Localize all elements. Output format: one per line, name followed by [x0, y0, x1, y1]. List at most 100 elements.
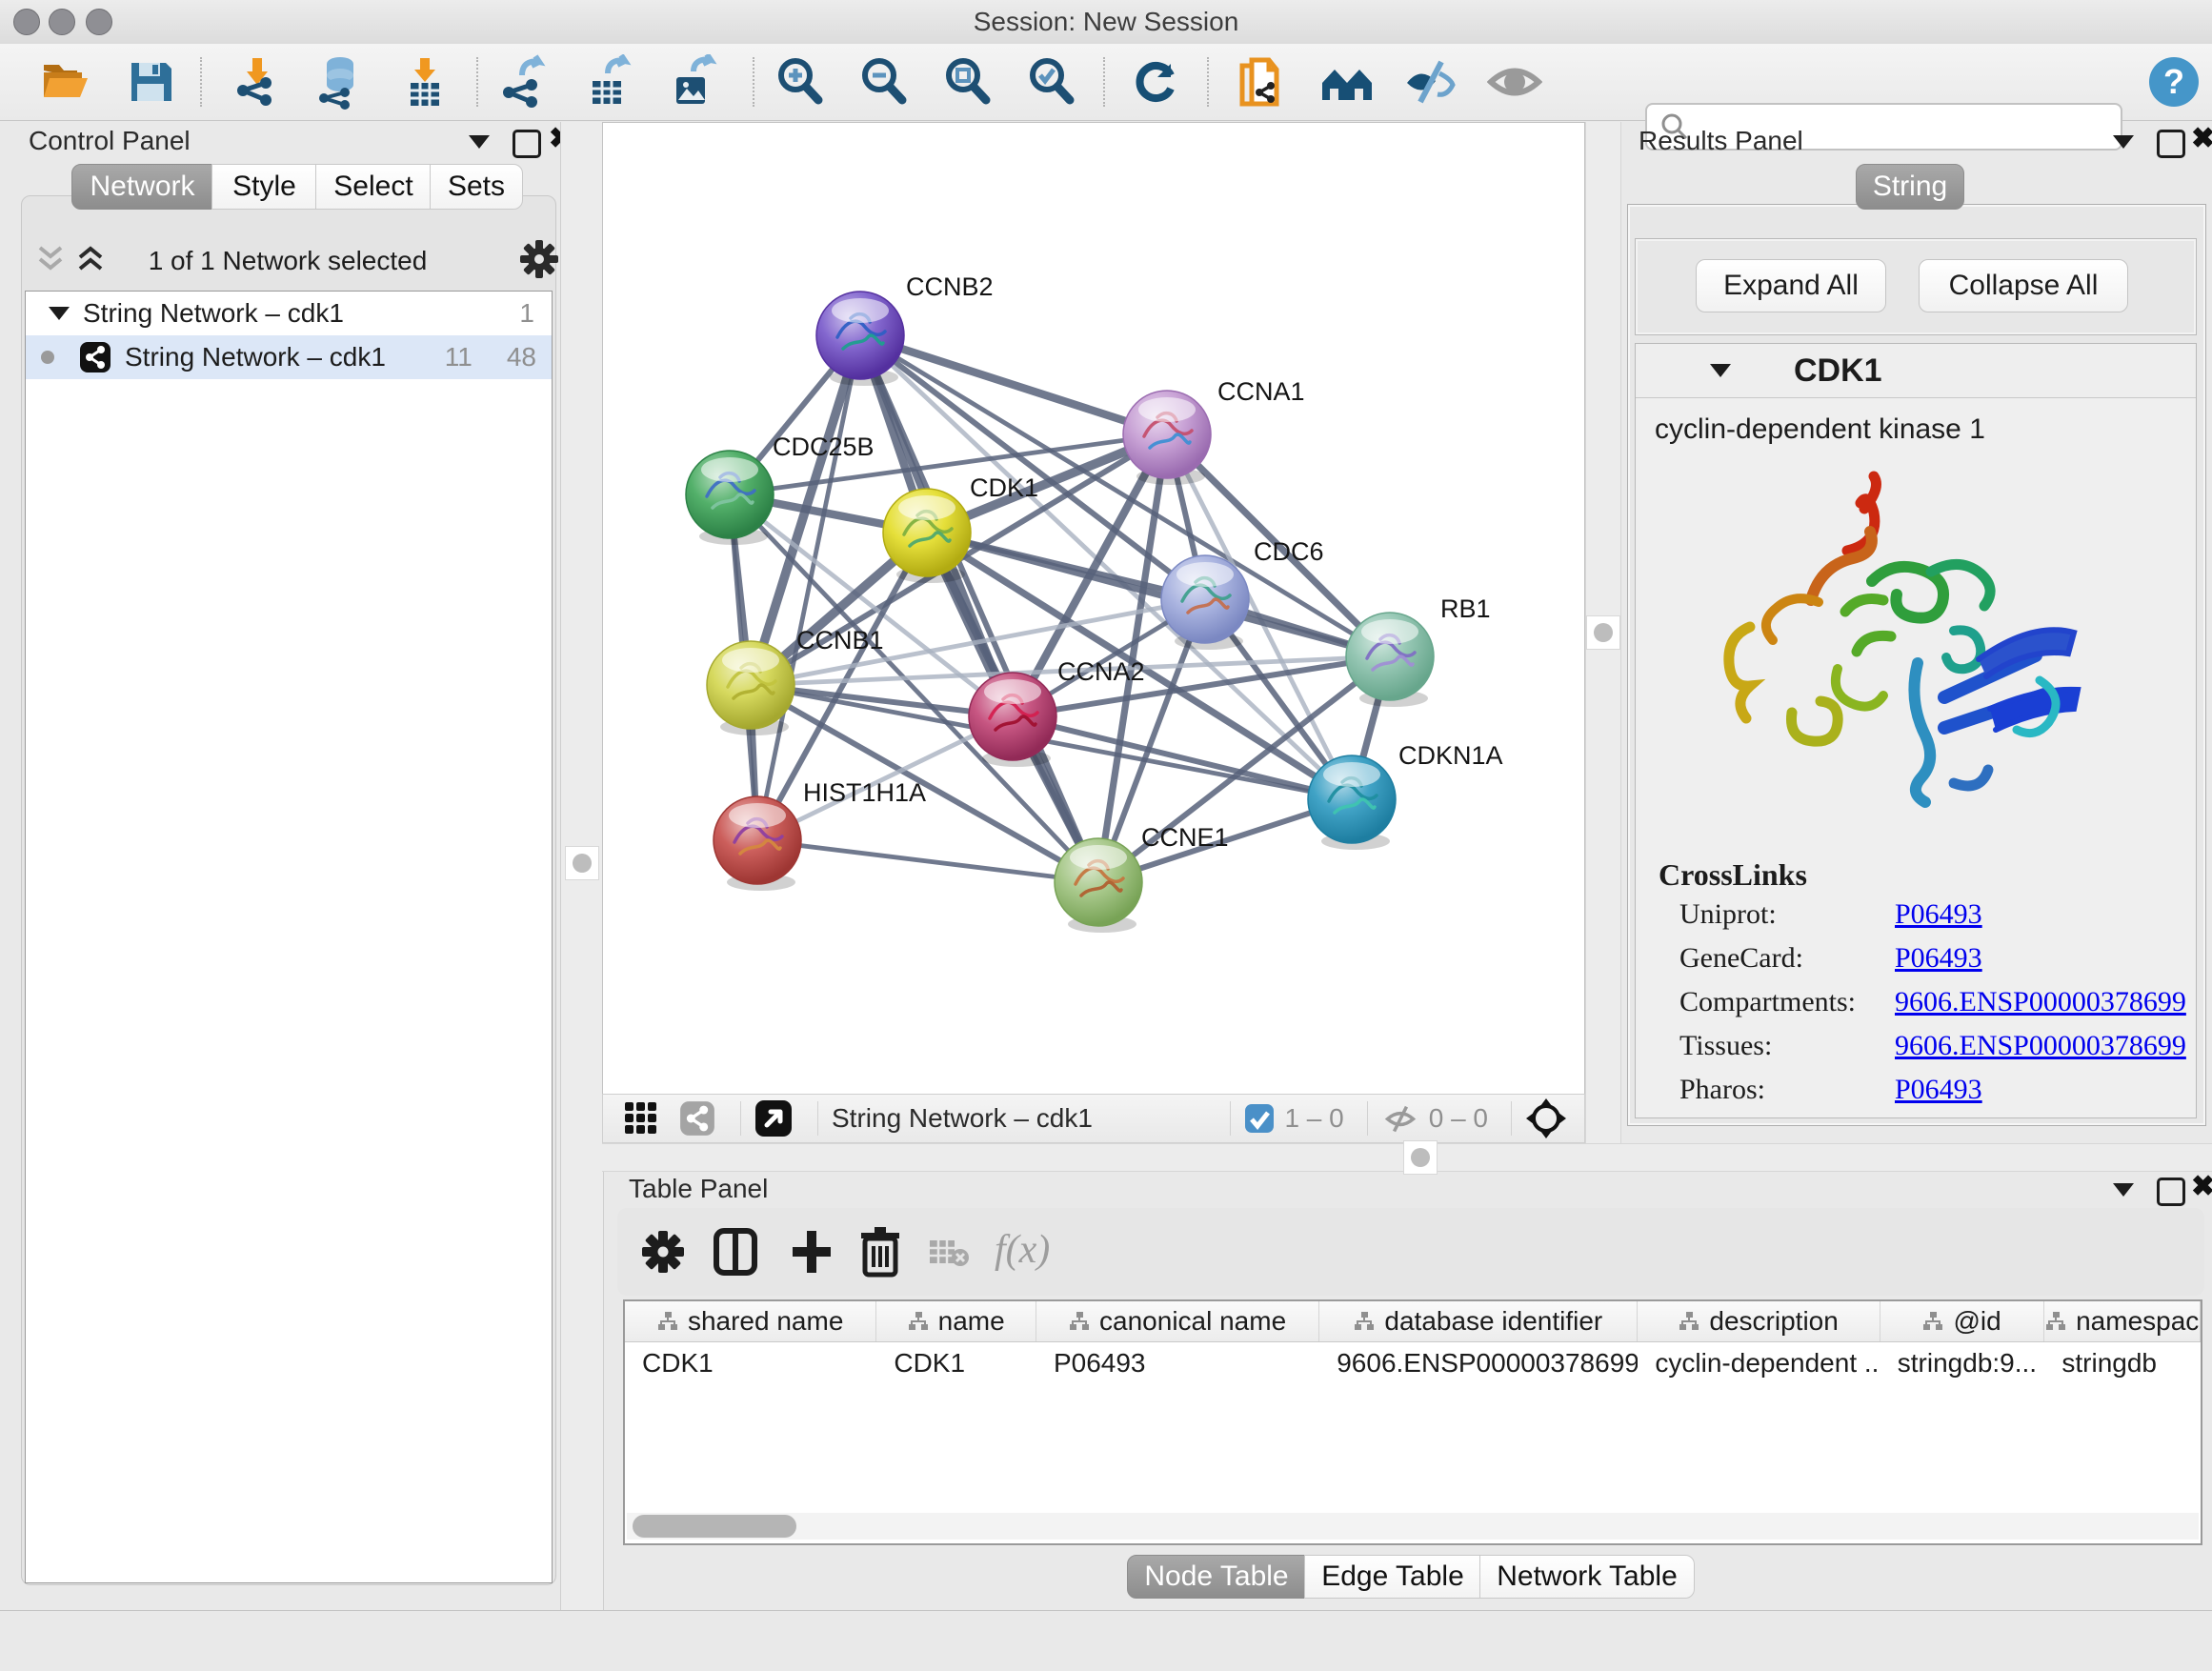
gene-card-collapse-icon[interactable] — [1710, 364, 1731, 377]
table-panel-collapse-icon[interactable] — [2113, 1183, 2134, 1201]
network-node-CDK1[interactable] — [883, 489, 971, 583]
collapse-all-button[interactable]: Collapse All — [1919, 259, 2128, 312]
show-columns-button[interactable] — [713, 1227, 758, 1277]
export-image-button[interactable] — [664, 53, 721, 111]
hidden-eye-slash-icon — [1381, 1102, 1419, 1135]
save-session-button[interactable] — [122, 53, 179, 111]
node-table[interactable]: shared namenamecanonical namedatabase id… — [623, 1299, 2202, 1545]
table-hscrollbar[interactable] — [627, 1513, 2199, 1540]
network-edge[interactable] — [757, 840, 1098, 882]
compartments-link[interactable]: 9606.ENSP00000378699 — [1895, 986, 2186, 1030]
delete-column-button[interactable] — [857, 1225, 903, 1278]
crosslinks-heading: CrossLinks — [1636, 840, 2196, 898]
open-session-button[interactable] — [36, 53, 93, 111]
column-header-1[interactable]: name — [876, 1301, 1036, 1341]
table-hscrollbar-thumb[interactable] — [633, 1515, 796, 1538]
zoom-out-button[interactable] — [855, 53, 913, 111]
export-table-icon — [581, 54, 636, 110]
table-panel-close-icon[interactable]: ✖ — [2191, 1170, 2212, 1203]
tissues-link[interactable]: 9606.ENSP00000378699 — [1895, 1030, 2186, 1074]
bottom-splitter[interactable] — [602, 1143, 2212, 1172]
network-node-CCNE1[interactable] — [1055, 838, 1142, 933]
create-column-button[interactable] — [789, 1227, 835, 1277]
right-splitter[interactable] — [1585, 122, 1621, 1143]
table-toolbar: f(x) — [617, 1208, 2204, 1296]
control-panel-float-icon[interactable] — [513, 130, 541, 163]
diagonal-arrow-icon — [754, 1099, 793, 1137]
network-edge[interactable] — [757, 335, 860, 840]
network-node-CDC6[interactable] — [1161, 555, 1249, 650]
export-network-button[interactable] — [496, 53, 553, 111]
zoom-selected-button[interactable] — [1023, 53, 1080, 111]
tab-select[interactable]: Select — [315, 164, 432, 210]
left-splitter[interactable] — [560, 122, 604, 1610]
uniprot-link[interactable]: P06493 — [1895, 898, 1982, 942]
import-table-file-button[interactable] — [396, 53, 453, 111]
table-cell[interactable]: stringdb:9... — [1880, 1342, 2045, 1384]
birds-eye-view-button[interactable] — [1525, 1097, 1567, 1139]
tab-node-table[interactable]: Node Table — [1127, 1555, 1306, 1599]
column-header-3[interactable]: database identifier — [1319, 1301, 1638, 1341]
tab-style[interactable]: Style — [211, 164, 317, 210]
eye-slash-icon — [1403, 54, 1458, 110]
network-panel-options-button[interactable] — [518, 238, 560, 280]
network-node-HIST1H1A[interactable] — [714, 796, 801, 891]
results-panel-float-icon[interactable] — [2157, 130, 2185, 163]
network-tree-child-row[interactable]: String Network – cdk1 11 48 — [26, 335, 552, 379]
bottom-splitter-handle[interactable] — [1403, 1140, 1438, 1175]
export-table-button[interactable] — [580, 53, 637, 111]
zoom-fit-button[interactable] — [939, 53, 996, 111]
node-label: HIST1H1A — [803, 778, 926, 807]
tab-edge-table[interactable]: Edge Table — [1304, 1555, 1481, 1599]
network-canvas[interactable]: CCNB2CCNA1CDC25BCDK1CDC6RB1CCNB1CCNA2CDK… — [602, 122, 1585, 1143]
table-cell[interactable]: cyclin-dependent ... — [1638, 1342, 1880, 1384]
table-cell[interactable]: CDK1 — [625, 1342, 876, 1384]
left-splitter-handle[interactable] — [565, 846, 599, 880]
table-options-button[interactable] — [640, 1229, 686, 1275]
network-node-CDKN1A[interactable] — [1308, 755, 1396, 850]
tree-expand-icon[interactable] — [49, 307, 70, 320]
column-header-6[interactable]: namespac — [2044, 1301, 2201, 1341]
column-header-5[interactable]: @id — [1880, 1301, 2045, 1341]
help-button[interactable]: ? — [2145, 53, 2202, 111]
pharos-link[interactable]: P06493 — [1895, 1074, 1982, 1117]
right-splitter-handle[interactable] — [1586, 615, 1620, 650]
tab-network[interactable]: Network — [71, 164, 213, 210]
network-edge[interactable] — [860, 335, 1167, 434]
table-row[interactable]: CDK1CDK1P064939606.ENSP00000378699cyclin… — [625, 1342, 2201, 1384]
gene-result-card: CDK1 cyclin-dependent kinase 1 CrossLink… — [1635, 343, 2197, 1118]
control-panel-collapse-icon[interactable] — [469, 135, 490, 153]
column-header-2[interactable]: canonical name — [1036, 1301, 1319, 1341]
detach-view-button[interactable] — [754, 1099, 793, 1137]
tab-string-results[interactable]: String — [1856, 164, 1964, 210]
fx-icon: f(x) — [995, 1228, 1050, 1272]
show-all-button[interactable] — [1486, 53, 1543, 111]
first-neighbors-button[interactable] — [1318, 53, 1376, 111]
network-node-CDC25B[interactable] — [686, 451, 774, 545]
import-network-file-button[interactable] — [229, 53, 286, 111]
tab-network-table[interactable]: Network Table — [1479, 1555, 1695, 1599]
clone-network-button[interactable] — [1234, 53, 1291, 111]
column-header-0[interactable]: shared name — [625, 1301, 876, 1341]
genecard-link[interactable]: P06493 — [1895, 942, 1982, 986]
refresh-button[interactable] — [1128, 53, 1185, 111]
network-node-RB1[interactable] — [1346, 613, 1434, 707]
column-header-4[interactable]: description — [1638, 1301, 1880, 1341]
table-cell[interactable]: 9606.ENSP00000378699 — [1319, 1342, 1638, 1384]
import-network-database-button[interactable] — [312, 53, 369, 111]
expand-all-button[interactable]: Expand All — [1696, 259, 1886, 312]
table-cell[interactable]: CDK1 — [876, 1342, 1036, 1384]
results-panel-collapse-icon[interactable] — [2113, 135, 2134, 153]
network-view-mode-button[interactable] — [679, 1100, 715, 1137]
table-cell[interactable]: stringdb — [2044, 1342, 2201, 1384]
grid-view-button[interactable] — [624, 1101, 658, 1136]
zoom-in-button[interactable] — [772, 53, 829, 111]
network-tree-root-row[interactable]: String Network – cdk1 1 — [26, 292, 552, 335]
table-cell[interactable]: P06493 — [1036, 1342, 1319, 1384]
network-node-CCNA1[interactable] — [1123, 391, 1211, 485]
results-panel-close-icon[interactable]: ✖ — [2191, 122, 2212, 155]
tab-sets[interactable]: Sets — [430, 164, 523, 210]
table-panel-float-icon[interactable] — [2157, 1178, 2185, 1211]
hide-selected-button[interactable] — [1402, 53, 1459, 111]
gene-card-header[interactable]: CDK1 — [1636, 344, 2196, 398]
